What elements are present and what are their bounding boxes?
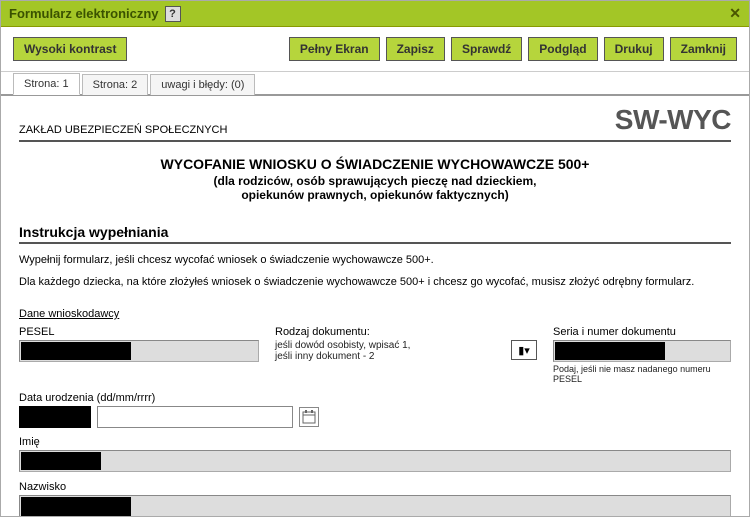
form-window: Formularz elektroniczny ? ✕ Wysoki kontr… (0, 0, 750, 517)
close-button[interactable]: Zamknij (670, 37, 737, 61)
form-code: SW-WYC (615, 104, 731, 136)
contrast-button[interactable]: Wysoki kontrast (13, 37, 127, 61)
firstname-label: Imię (19, 436, 731, 448)
tab-errors[interactable]: uwagi i błędy: (0) (150, 74, 255, 95)
help-icon[interactable]: ? (165, 6, 181, 22)
doctype-label: Rodzaj dokumentu: (275, 326, 495, 338)
toolbar: Wysoki kontrast Pełny Ekran Zapisz Spraw… (1, 27, 749, 72)
tab-page-1[interactable]: Strona: 1 (13, 73, 80, 95)
serial-hint: Podaj, jeśli nie masz nadanego numeru PE… (553, 364, 731, 384)
doctype-dropdown[interactable]: ▮▾ (511, 340, 537, 360)
serial-label: Seria i numer dokumentu (553, 326, 731, 338)
institution-name: ZAKŁAD UBEZPIECZEŃ SPOŁECZNYCH (19, 124, 227, 136)
fullscreen-button[interactable]: Pełny Ekran (289, 37, 380, 61)
titlebar: Formularz elektroniczny ? ✕ (1, 1, 749, 27)
firstname-input[interactable] (19, 450, 731, 472)
form-subtitle-1: (dla rodziców, osób sprawujących pieczę … (19, 174, 731, 188)
close-icon[interactable]: ✕ (729, 5, 741, 22)
form-title-block: WYCOFANIE WNIOSKU O ŚWIADCZENIE WYCHOWAW… (19, 156, 731, 202)
print-button[interactable]: Drukuj (604, 37, 664, 61)
applicant-heading: Dane wnioskodawcy (19, 308, 731, 320)
dob-input[interactable] (97, 406, 293, 428)
doctype-hint-2: jeśli inny dokument - 2 (275, 351, 495, 362)
form-content[interactable]: ZAKŁAD UBEZPIECZEŃ SPOŁECZNYCH SW-WYC WY… (1, 96, 749, 516)
pesel-input[interactable] (19, 340, 259, 362)
instructions-p2: Dla każdego dziecka, na które złożyłeś w… (19, 276, 731, 288)
window-title: Formularz elektroniczny (9, 6, 159, 21)
dob-label: Data urodzenia (dd/mm/rrrr) (19, 392, 319, 404)
tabbar: Strona: 1 Strona: 2 uwagi i błędy: (0) (1, 72, 749, 96)
instructions-p1: Wypełnij formularz, jeśli chcesz wycofać… (19, 254, 731, 266)
tab-page-2[interactable]: Strona: 2 (82, 74, 149, 95)
save-button[interactable]: Zapisz (386, 37, 445, 61)
lastname-input[interactable] (19, 495, 731, 516)
calendar-icon[interactable] (299, 407, 319, 427)
lastname-label: Nazwisko (19, 481, 731, 493)
pesel-label: PESEL (19, 326, 259, 338)
serial-input[interactable] (553, 340, 731, 362)
form-subtitle-2: opiekunów prawnych, opiekunów faktycznyc… (19, 188, 731, 202)
preview-button[interactable]: Podgląd (528, 37, 597, 61)
doctype-hint-1: jeśli dowód osobisty, wpisać 1, (275, 340, 495, 351)
dob-redacted (19, 406, 91, 428)
instructions-heading: Instrukcja wypełniania (19, 224, 731, 244)
form-title: WYCOFANIE WNIOSKU O ŚWIADCZENIE WYCHOWAW… (19, 156, 731, 172)
check-button[interactable]: Sprawdź (451, 37, 522, 61)
